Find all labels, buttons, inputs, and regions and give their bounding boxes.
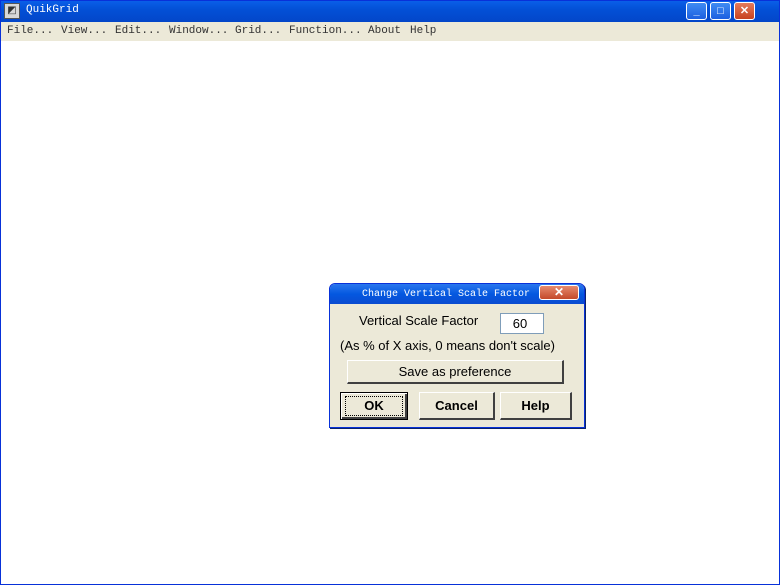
scale-factor-label: Vertical Scale Factor [359, 313, 479, 328]
dialog-title-bar[interactable]: Change Vertical Scale Factor ✕ [330, 284, 584, 304]
menu-function[interactable]: Function... [289, 25, 362, 37]
scale-factor-input[interactable]: 60 [500, 313, 544, 334]
close-button[interactable]: ✕ [734, 2, 755, 20]
save-preference-label: Save as preference [398, 364, 512, 379]
dialog-title: Change Vertical Scale Factor [362, 289, 531, 300]
menu-about[interactable]: About [368, 25, 401, 37]
menu-file[interactable]: File... [7, 25, 53, 37]
cancel-button[interactable]: Cancel [419, 392, 495, 420]
menu-help[interactable]: Help [410, 25, 436, 37]
save-preference-button[interactable]: Save as preference [347, 360, 564, 384]
minimize-button[interactable]: _ [686, 2, 707, 20]
menu-view[interactable]: View... [61, 25, 107, 37]
menu-bar: File... View... Edit... Window... Grid..… [1, 22, 779, 41]
menu-edit[interactable]: Edit... [115, 25, 161, 37]
scale-factor-hint: (As % of X axis, 0 means don't scale) [340, 338, 555, 353]
menu-window[interactable]: Window... [169, 25, 228, 37]
help-label: Help [521, 398, 550, 413]
menu-grid[interactable]: Grid... [235, 25, 281, 37]
maximize-button[interactable]: □ [710, 2, 731, 20]
focus-rect [345, 396, 403, 416]
dialog-close-button[interactable]: ✕ [539, 285, 579, 300]
scale-factor-dialog: Change Vertical Scale Factor ✕ Vertical … [329, 283, 585, 428]
cancel-label: Cancel [435, 398, 478, 413]
help-button[interactable]: Help [500, 392, 572, 420]
ok-button[interactable]: OK [340, 392, 408, 420]
app-icon[interactable]: ◩ [4, 3, 20, 19]
title-bar[interactable]: ◩ QuikGrid _ □ ✕ [1, 1, 779, 22]
window-title: QuikGrid [26, 4, 79, 16]
